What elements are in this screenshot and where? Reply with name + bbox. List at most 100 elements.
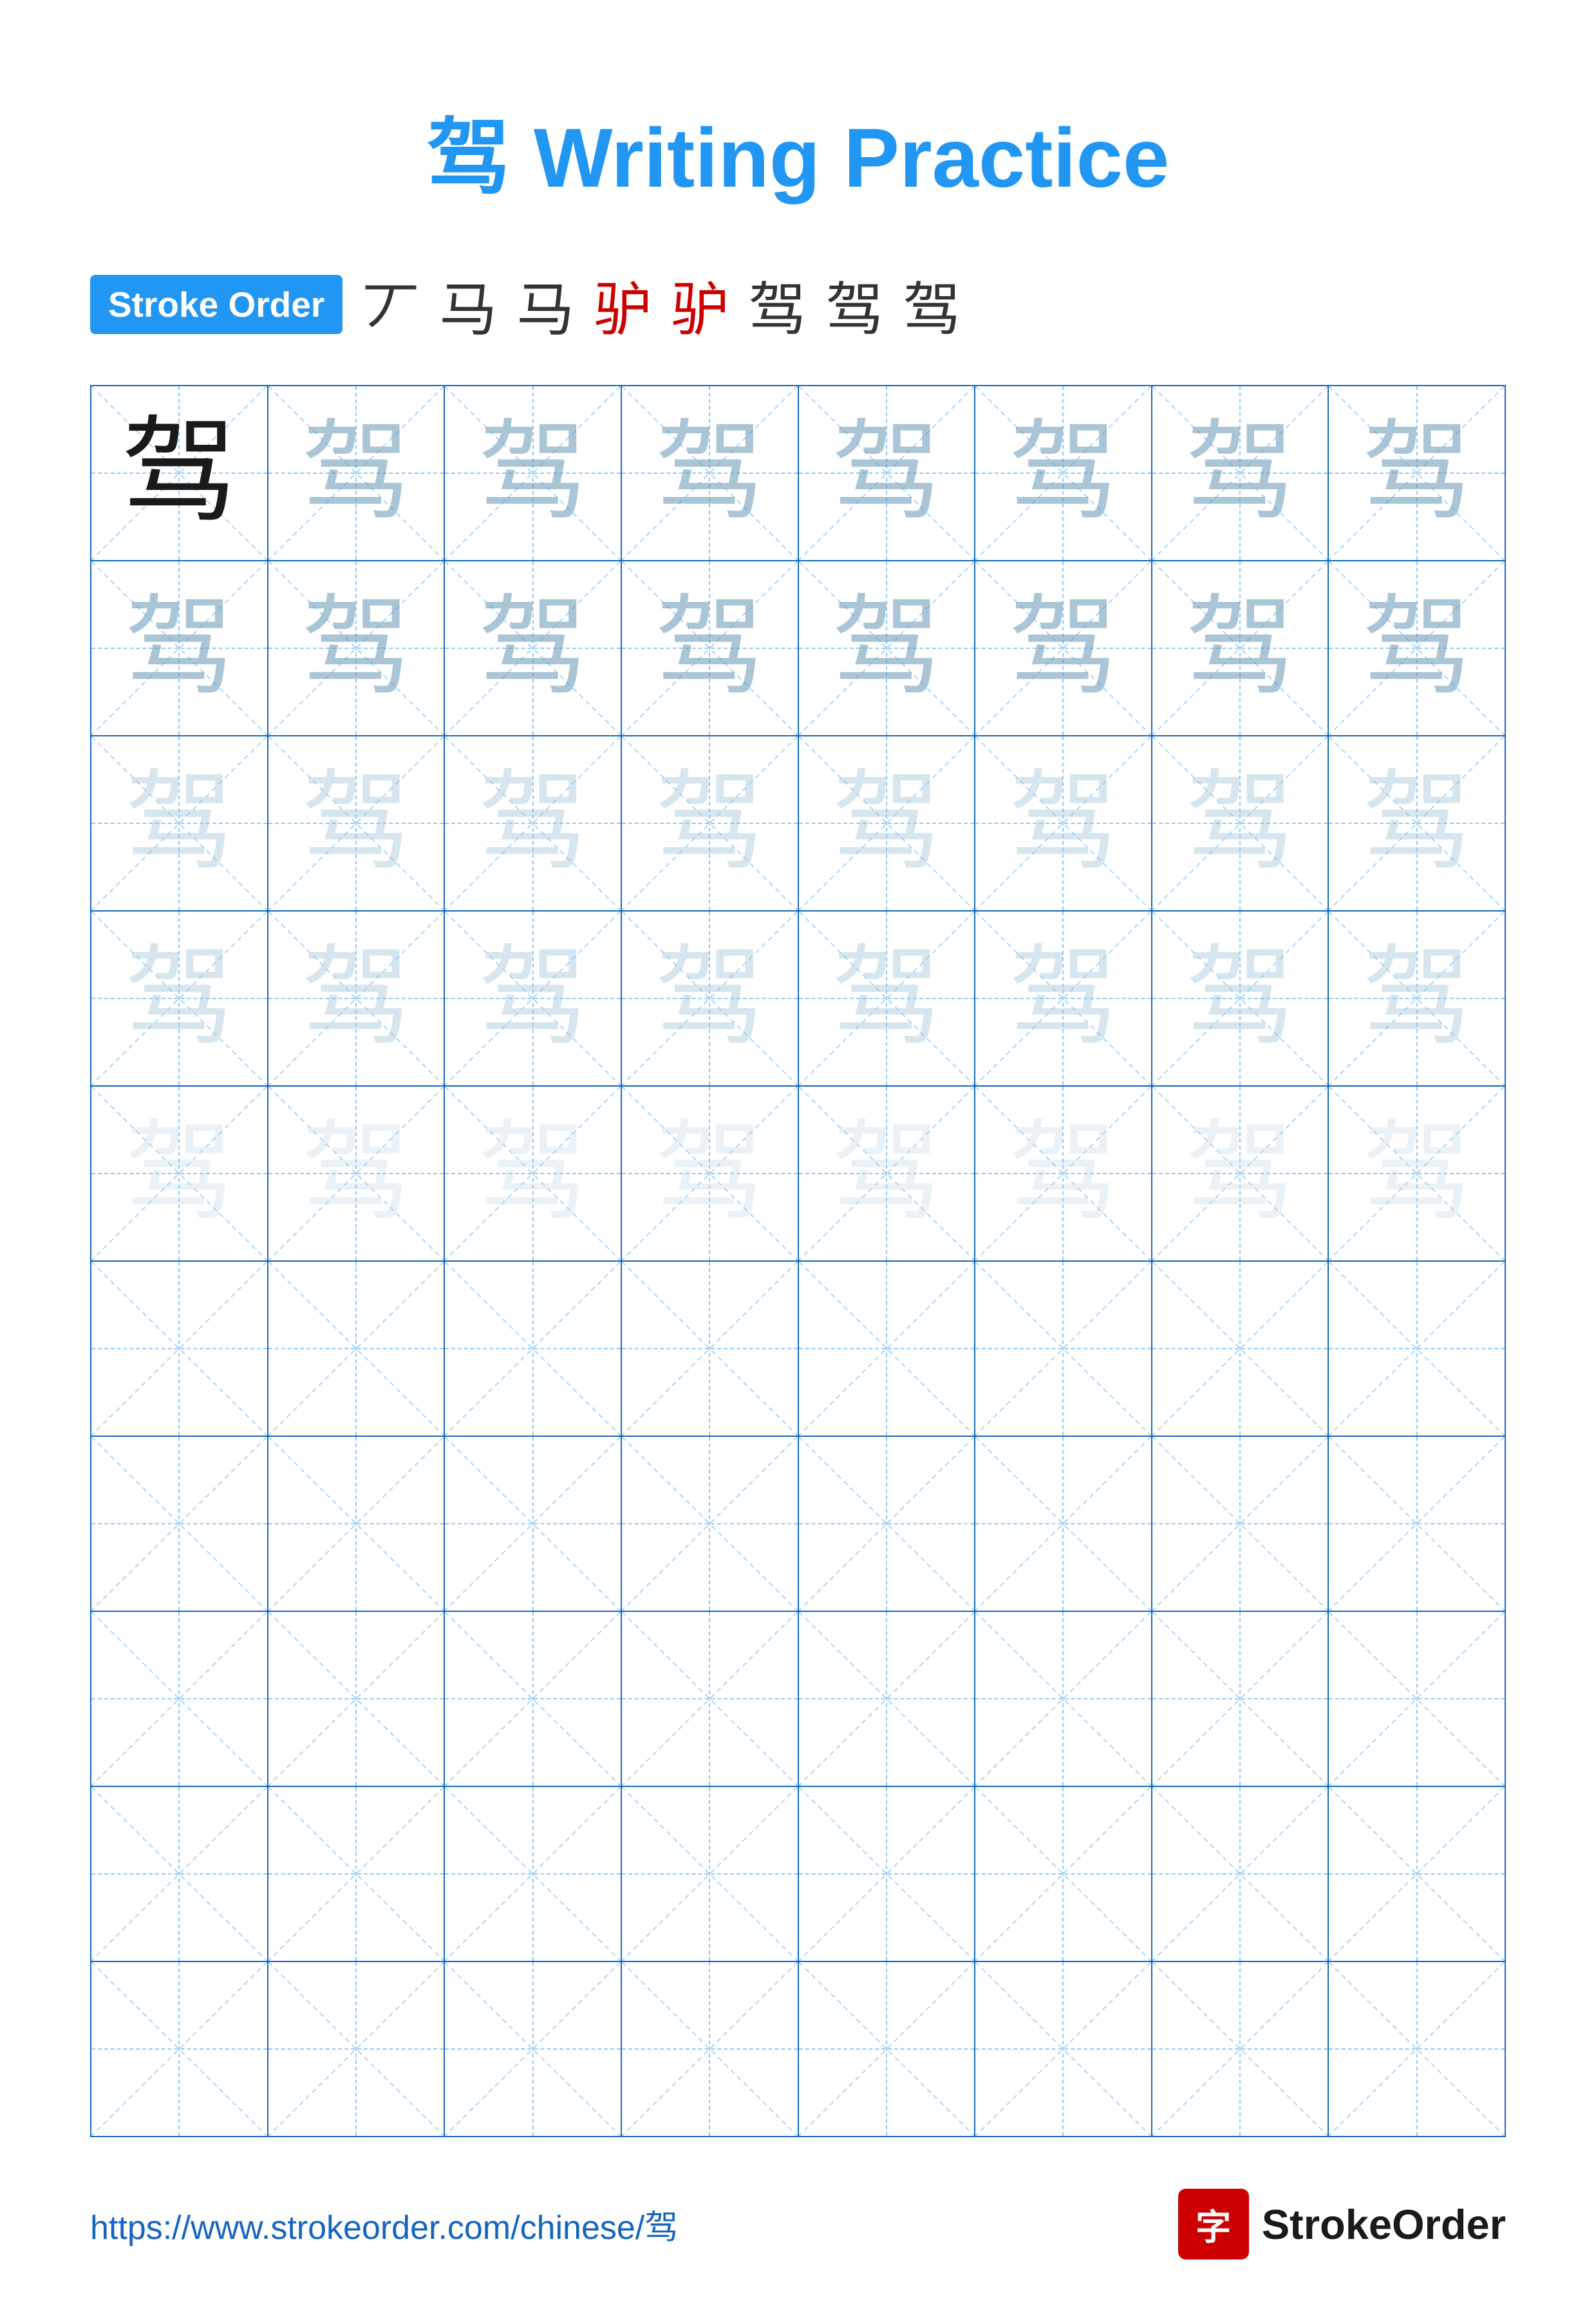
stroke-order-badge: Stroke Order bbox=[90, 275, 343, 334]
grid-cell-5-1[interactable]: 驾 bbox=[91, 1087, 268, 1260]
char-display: 驾 bbox=[478, 944, 588, 1053]
grid-cell-5-6[interactable]: 驾 bbox=[975, 1087, 1152, 1260]
grid-cell-8-3[interactable] bbox=[445, 1612, 622, 1786]
grid-cell-9-3[interactable] bbox=[445, 1787, 622, 1961]
footer-url[interactable]: https://www.strokeorder.com/chinese/驾 bbox=[90, 2200, 678, 2249]
grid-cell-4-4[interactable]: 驾 bbox=[622, 912, 799, 1085]
grid-cell-6-2[interactable] bbox=[268, 1262, 446, 1436]
grid-cell-9-1[interactable] bbox=[91, 1787, 268, 1961]
grid-cell-10-6[interactable] bbox=[975, 1962, 1152, 2136]
strokeorder-logo-icon: 字 bbox=[1178, 2189, 1249, 2260]
grid-cell-7-6[interactable] bbox=[975, 1437, 1152, 1611]
grid-cell-6-5[interactable] bbox=[799, 1262, 976, 1436]
grid-cell-4-1[interactable]: 驾 bbox=[91, 912, 268, 1085]
grid-cell-3-8[interactable]: 驾 bbox=[1329, 736, 1505, 910]
grid-row-3: 驾 驾 驾 驾 驾 驾 驾 驾 bbox=[91, 736, 1505, 912]
char-display: 驾 bbox=[832, 418, 941, 528]
grid-cell-4-7[interactable]: 驾 bbox=[1152, 912, 1329, 1085]
grid-cell-2-5[interactable]: 驾 bbox=[799, 561, 976, 735]
grid-cell-6-7[interactable] bbox=[1152, 1262, 1329, 1436]
grid-cell-1-4[interactable]: 驾 bbox=[622, 386, 799, 560]
grid-cell-6-8[interactable] bbox=[1329, 1262, 1505, 1436]
grid-cell-9-8[interactable] bbox=[1329, 1787, 1505, 1961]
grid-cell-5-7[interactable]: 驾 bbox=[1152, 1087, 1329, 1260]
grid-cell-1-8[interactable]: 驾 bbox=[1329, 386, 1505, 560]
grid-cell-3-2[interactable]: 驾 bbox=[268, 736, 446, 910]
grid-cell-9-4[interactable] bbox=[622, 1787, 799, 1961]
grid-cell-5-5[interactable]: 驾 bbox=[799, 1087, 976, 1260]
char-display: 驾 bbox=[1185, 594, 1295, 703]
grid-cell-10-5[interactable] bbox=[799, 1962, 976, 2136]
grid-cell-7-8[interactable] bbox=[1329, 1437, 1505, 1611]
grid-cell-7-3[interactable] bbox=[445, 1437, 622, 1611]
char-display: 驾 bbox=[301, 944, 411, 1053]
grid-cell-9-7[interactable] bbox=[1152, 1787, 1329, 1961]
grid-cell-2-4[interactable]: 驾 bbox=[622, 561, 799, 735]
grid-cell-6-3[interactable] bbox=[445, 1262, 622, 1436]
grid-cell-1-5[interactable]: 驾 bbox=[799, 386, 976, 560]
char-display: 驾 bbox=[832, 1119, 941, 1228]
char-display: 驾 bbox=[478, 418, 588, 528]
grid-cell-1-6[interactable]: 驾 bbox=[975, 386, 1152, 560]
grid-cell-10-1[interactable] bbox=[91, 1962, 268, 2136]
grid-cell-10-8[interactable] bbox=[1329, 1962, 1505, 2136]
char-display: 驾 bbox=[301, 418, 411, 528]
grid-cell-7-2[interactable] bbox=[268, 1437, 446, 1611]
grid-cell-8-8[interactable] bbox=[1329, 1612, 1505, 1786]
grid-cell-6-6[interactable] bbox=[975, 1262, 1152, 1436]
grid-cell-9-2[interactable] bbox=[268, 1787, 446, 1961]
page-title: 驾 Writing Practice bbox=[90, 90, 1506, 211]
grid-cell-7-1[interactable] bbox=[91, 1437, 268, 1611]
grid-cell-10-4[interactable] bbox=[622, 1962, 799, 2136]
grid-cell-10-7[interactable] bbox=[1152, 1962, 1329, 2136]
grid-cell-8-4[interactable] bbox=[622, 1612, 799, 1786]
grid-cell-6-4[interactable] bbox=[622, 1262, 799, 1436]
grid-cell-4-2[interactable]: 驾 bbox=[268, 912, 446, 1085]
grid-cell-5-2[interactable]: 驾 bbox=[268, 1087, 446, 1260]
grid-cell-3-7[interactable]: 驾 bbox=[1152, 736, 1329, 910]
grid-cell-8-6[interactable] bbox=[975, 1612, 1152, 1786]
grid-cell-1-7[interactable]: 驾 bbox=[1152, 386, 1329, 560]
grid-cell-1-3[interactable]: 驾 bbox=[445, 386, 622, 560]
grid-cell-4-8[interactable]: 驾 bbox=[1329, 912, 1505, 1085]
grid-cell-2-7[interactable]: 驾 bbox=[1152, 561, 1329, 735]
grid-cell-7-7[interactable] bbox=[1152, 1437, 1329, 1611]
grid-cell-4-3[interactable]: 驾 bbox=[445, 912, 622, 1085]
grid-cell-8-5[interactable] bbox=[799, 1612, 976, 1786]
grid-cell-3-6[interactable]: 驾 bbox=[975, 736, 1152, 910]
grid-cell-10-2[interactable] bbox=[268, 1962, 446, 2136]
grid-row-10 bbox=[91, 1962, 1505, 2136]
grid-cell-2-2[interactable]: 驾 bbox=[268, 561, 446, 735]
grid-cell-3-1[interactable]: 驾 bbox=[91, 736, 268, 910]
grid-cell-4-6[interactable]: 驾 bbox=[975, 912, 1152, 1085]
grid-cell-2-3[interactable]: 驾 bbox=[445, 561, 622, 735]
grid-cell-8-2[interactable] bbox=[268, 1612, 446, 1786]
char-display: 驾 bbox=[124, 594, 234, 703]
grid-cell-7-5[interactable] bbox=[799, 1437, 976, 1611]
grid-cell-3-5[interactable]: 驾 bbox=[799, 736, 976, 910]
grid-cell-4-5[interactable]: 驾 bbox=[799, 912, 976, 1085]
grid-cell-2-6[interactable]: 驾 bbox=[975, 561, 1152, 735]
grid-cell-3-3[interactable]: 驾 bbox=[445, 736, 622, 910]
char-display: 驾 bbox=[478, 769, 588, 878]
char-display: 驾 bbox=[478, 1119, 588, 1228]
grid-cell-9-6[interactable] bbox=[975, 1787, 1152, 1961]
grid-cell-7-4[interactable] bbox=[622, 1437, 799, 1611]
stroke-2: 马 bbox=[439, 263, 497, 346]
grid-cell-2-8[interactable]: 驾 bbox=[1329, 561, 1505, 735]
grid-cell-3-4[interactable]: 驾 bbox=[622, 736, 799, 910]
char-display: 驾 bbox=[1185, 944, 1295, 1053]
grid-cell-10-3[interactable] bbox=[445, 1962, 622, 2136]
char-display: 驾 bbox=[655, 594, 764, 703]
grid-cell-1-2[interactable]: 驾 bbox=[268, 386, 446, 560]
grid-cell-8-1[interactable] bbox=[91, 1612, 268, 1786]
grid-cell-1-1[interactable]: 驾 bbox=[91, 386, 268, 560]
grid-cell-9-5[interactable] bbox=[799, 1787, 976, 1961]
grid-cell-2-1[interactable]: 驾 bbox=[91, 561, 268, 735]
grid-cell-5-3[interactable]: 驾 bbox=[445, 1087, 622, 1260]
grid-cell-5-8[interactable]: 驾 bbox=[1329, 1087, 1505, 1260]
grid-cell-5-4[interactable]: 驾 bbox=[622, 1087, 799, 1260]
grid-cell-6-1[interactable] bbox=[91, 1262, 268, 1436]
char-display: 驾 bbox=[832, 944, 941, 1053]
grid-cell-8-7[interactable] bbox=[1152, 1612, 1329, 1786]
